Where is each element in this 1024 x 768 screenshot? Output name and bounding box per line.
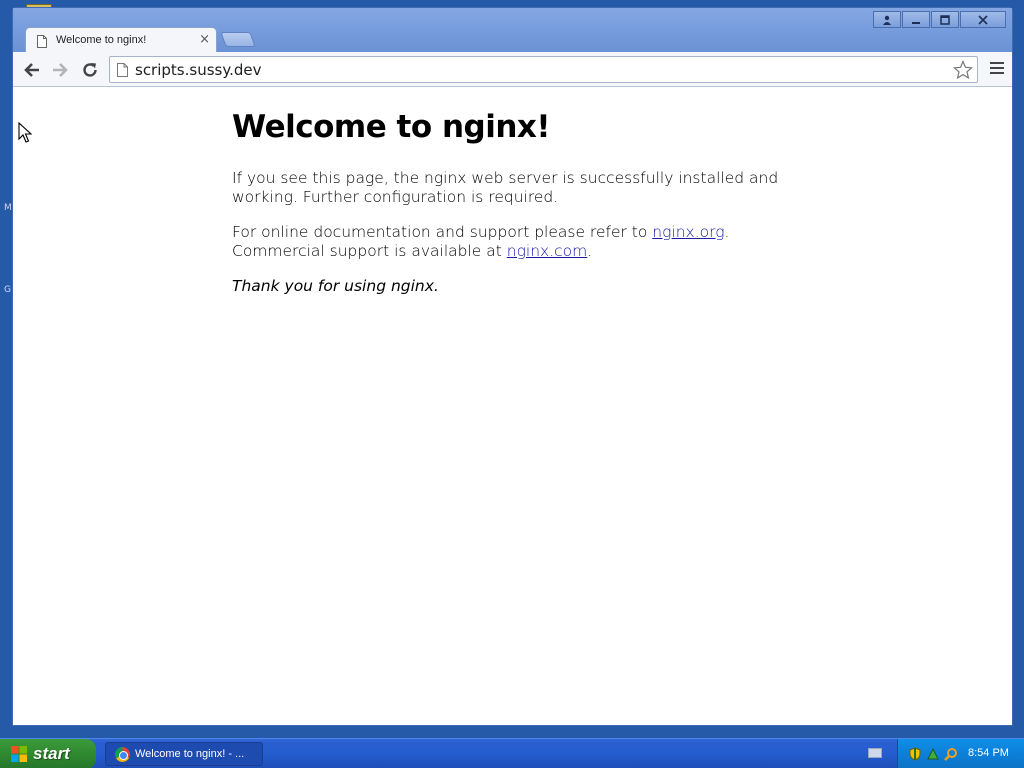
taskbar-item-chrome[interactable]: Welcome to nginx! - ... — [105, 742, 263, 766]
browser-window: Welcome to nginx! × scripts.sussy.dev We… — [12, 7, 1013, 726]
url-text: scripts.sussy.dev — [135, 61, 262, 79]
start-label: start — [33, 744, 70, 763]
support-text: Commercial support is available at — [232, 242, 507, 260]
maximize-button[interactable] — [931, 11, 959, 28]
close-window-button[interactable] — [960, 11, 1006, 28]
reload-icon — [83, 63, 97, 77]
minimize-icon — [912, 21, 920, 24]
security-shield-icon[interactable] — [908, 747, 922, 761]
back-arrow-icon — [24, 63, 39, 77]
forward-arrow-icon — [53, 63, 68, 77]
support-text: . — [724, 223, 730, 241]
keyboard-icon[interactable] — [868, 748, 882, 758]
windows-logo-icon — [11, 746, 27, 762]
minimize-button[interactable] — [902, 11, 930, 28]
support-text: . — [587, 242, 593, 260]
start-button[interactable]: start — [0, 739, 96, 768]
chrome-icon — [115, 746, 130, 762]
address-bar[interactable]: scripts.sussy.dev — [109, 56, 978, 83]
search-icon[interactable] — [944, 747, 958, 761]
back-button[interactable] — [22, 60, 42, 80]
network-icon[interactable] — [926, 747, 940, 761]
reload-button[interactable] — [80, 60, 100, 80]
title-bar: Welcome to nginx! × — [13, 8, 1012, 54]
bookmark-star-icon[interactable] — [953, 60, 973, 80]
taskbar-item-label: Welcome to nginx! - ... — [135, 748, 245, 760]
page-title: Welcome to nginx! — [232, 109, 551, 145]
browser-toolbar: scripts.sussy.dev — [13, 52, 1012, 87]
page-viewport: Welcome to nginx! If you see this page, … — [13, 87, 1012, 725]
page-icon — [117, 63, 128, 77]
user-icon — [883, 15, 891, 25]
desktop-label: G — [4, 285, 11, 295]
maximize-icon — [940, 14, 950, 25]
tab-active[interactable]: Welcome to nginx! × — [25, 27, 217, 54]
tab-close-icon[interactable]: × — [199, 32, 210, 47]
tab-title: Welcome to nginx! — [56, 34, 147, 46]
support-text: For online documentation and support ple… — [232, 223, 653, 241]
taskbar: start Welcome to nginx! - ... 8:54 PM — [0, 738, 1024, 768]
desktop-label: M — [4, 203, 12, 213]
thanks-text: Thank you for using nginx. — [232, 277, 439, 295]
nginx-com-link[interactable]: nginx.com — [507, 242, 587, 260]
intro-paragraph: If you see this page, the nginx web serv… — [232, 169, 779, 206]
nginx-welcome-page: Welcome to nginx! If you see this page, … — [232, 109, 792, 312]
menu-icon[interactable] — [990, 62, 1004, 77]
nginx-org-link[interactable]: nginx.org — [652, 223, 724, 241]
new-tab-button[interactable] — [220, 32, 256, 47]
page-icon — [37, 35, 47, 48]
mouse-cursor-icon — [18, 122, 32, 143]
window-controls — [872, 11, 1006, 28]
system-tray: 8:54 PM — [897, 739, 1024, 768]
support-paragraph: For online documentation and support ple… — [232, 223, 792, 261]
forward-button[interactable] — [50, 60, 70, 80]
user-profile-button[interactable] — [873, 11, 901, 28]
clock: 8:54 PM — [968, 747, 1009, 759]
close-icon — [978, 14, 988, 25]
